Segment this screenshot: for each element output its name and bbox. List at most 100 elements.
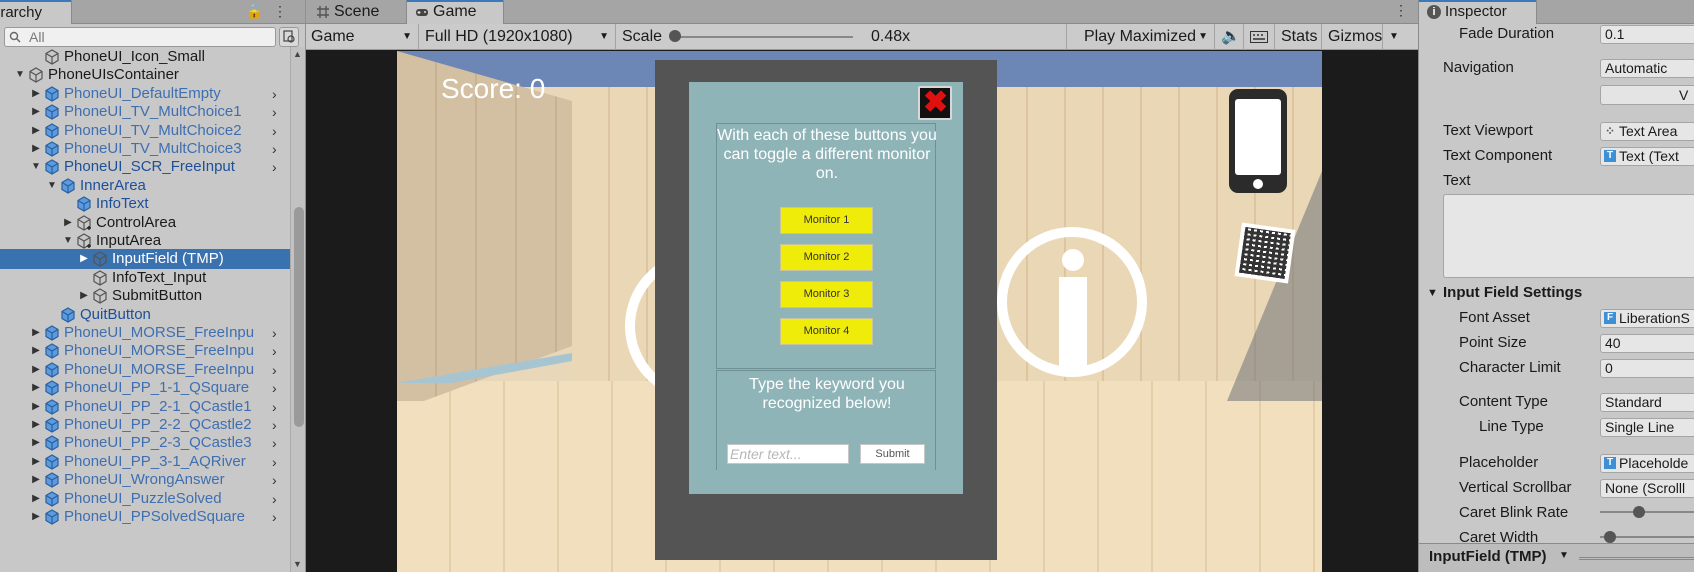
scroll-down-icon[interactable]: ▼ [293, 559, 302, 569]
hierarchy-row[interactable]: ▶ PhoneUI_DefaultEmpty › [0, 84, 290, 104]
phone-icon[interactable] [1229, 89, 1287, 193]
play-mode-dropdown[interactable]: Play Maximized ▼ [1079, 24, 1215, 50]
hierarchy-search-input[interactable]: All [4, 27, 276, 47]
scrollbar-thumb[interactable] [294, 207, 304, 427]
foldout-right-icon[interactable]: ▶ [30, 507, 42, 527]
open-prefab-chevron-icon[interactable]: › [272, 84, 277, 104]
foldout-right-icon[interactable]: ▶ [30, 360, 42, 380]
vertical-scrollbar-field[interactable]: None (Scrolll [1600, 479, 1694, 498]
hierarchy-row[interactable]: ▶ PhoneUI_TV_MultChoice2 › [0, 121, 290, 141]
open-prefab-chevron-icon[interactable]: › [272, 102, 277, 122]
monitor-4-button[interactable]: Monitor 4 [780, 318, 873, 345]
slider-thumb[interactable] [1633, 506, 1646, 518]
hierarchy-row[interactable]: QuitButton [0, 305, 290, 325]
hierarchy-row[interactable]: ▶ PhoneUI_MORSE_FreeInpu › [0, 323, 290, 343]
lock-and-menu-icons[interactable]: 🔒⋮ [246, 3, 297, 20]
submit-button[interactable]: Submit [860, 444, 925, 464]
foldout-right-icon[interactable]: ▶ [78, 249, 90, 269]
keyword-input[interactable]: Enter text... [727, 444, 849, 464]
open-prefab-chevron-icon[interactable]: › [272, 452, 277, 472]
monitor-3-button[interactable]: Monitor 3 [780, 281, 873, 308]
more-options-icon[interactable]: ⋮ [1394, 2, 1408, 19]
hierarchy-row[interactable]: ▶ PhoneUI_PP_1-1_QSquare › [0, 378, 290, 398]
open-prefab-chevron-icon[interactable]: › [272, 378, 277, 398]
font-asset-field[interactable]: F LiberationS [1600, 309, 1694, 328]
character-limit-field[interactable]: 0 [1600, 359, 1694, 378]
hierarchy-row[interactable]: ▶ PhoneUI_PP_2-3_QCastle3 › [0, 433, 290, 453]
content-type-dropdown[interactable]: Standard [1600, 393, 1694, 412]
open-prefab-chevron-icon[interactable]: › [272, 323, 277, 343]
hierarchy-row[interactable]: PhoneUI_Icon_Small [0, 47, 290, 67]
quit-button[interactable]: ✖ [918, 86, 952, 120]
open-prefab-chevron-icon[interactable]: › [272, 470, 277, 490]
hierarchy-row[interactable]: ▶ PhoneUI_MORSE_FreeInpu › [0, 360, 290, 380]
open-prefab-chevron-icon[interactable]: › [272, 415, 277, 435]
foldout-right-icon[interactable]: ▶ [30, 397, 42, 417]
hierarchy-row[interactable]: ▶ SubmitButton [0, 286, 290, 306]
scale-slider-thumb[interactable] [669, 30, 681, 42]
navigation-dropdown[interactable]: Automatic [1600, 59, 1694, 78]
hierarchy-row[interactable]: ▶ InputField (TMP) [0, 249, 290, 270]
open-prefab-chevron-icon[interactable]: › [272, 397, 277, 417]
search-options-button[interactable] [279, 27, 299, 47]
tab-scene[interactable]: Scene [308, 0, 404, 24]
foldout-right-icon[interactable]: ▶ [30, 378, 42, 398]
hierarchy-row[interactable]: ▼ PhoneUI_SCR_FreeInput › [0, 157, 290, 177]
foldout-right-icon[interactable]: ▶ [30, 323, 42, 343]
foldout-right-icon[interactable]: ▶ [30, 452, 42, 472]
open-prefab-chevron-icon[interactable]: › [272, 121, 277, 141]
hierarchy-row[interactable]: InfoText_Input [0, 268, 290, 288]
foldout-down-icon[interactable]: ▼ [14, 65, 26, 85]
fade-duration-field[interactable]: 0.1 [1600, 25, 1694, 44]
hierarchy-row[interactable]: ▶ PhoneUI_PP_2-1_QCastle1 › [0, 397, 290, 417]
foldout-down-icon[interactable]: ▼ [46, 176, 58, 196]
input-field-settings-header[interactable]: ▼ Input Field Settings [1419, 282, 1694, 304]
foldout-right-icon[interactable]: ▶ [78, 286, 90, 306]
tab-game[interactable]: Game [406, 0, 504, 24]
text-viewport-field[interactable]: ⁘ Text Area [1600, 122, 1694, 141]
foldout-right-icon[interactable]: ▶ [30, 415, 42, 435]
foldout-right-icon[interactable]: ▶ [30, 139, 42, 159]
hierarchy-row[interactable]: ▶ PhoneUI_TV_MultChoice3 › [0, 139, 290, 159]
hierarchy-row[interactable]: ▶ PhoneUI_MORSE_FreeInpu › [0, 341, 290, 361]
foldout-right-icon[interactable]: ▶ [62, 213, 74, 233]
hierarchy-tab[interactable]: erarchy [0, 0, 72, 24]
chevron-down-icon[interactable]: ▼ [1559, 550, 1569, 561]
foldout-right-icon[interactable]: ▶ [30, 433, 42, 453]
hierarchy-row[interactable]: ▶ PhoneUI_TV_MultChoice1 › [0, 102, 290, 122]
hierarchy-row[interactable]: ▶ PhoneUI_PP_3-1_AQRiver › [0, 452, 290, 472]
hierarchy-row[interactable]: ▶ ControlArea [0, 213, 290, 233]
gizmos-dropdown[interactable]: ▼ [1384, 24, 1406, 50]
open-prefab-chevron-icon[interactable]: › [272, 433, 277, 453]
open-prefab-chevron-icon[interactable]: › [272, 157, 277, 177]
hierarchy-row[interactable]: ▶ PhoneUI_PPSolvedSquare › [0, 507, 290, 527]
mute-audio-button[interactable]: 🔈 [1216, 24, 1244, 50]
point-size-field[interactable]: 40 [1600, 334, 1694, 353]
scale-slider-track[interactable] [673, 36, 853, 38]
foldout-right-icon[interactable]: ▶ [30, 121, 42, 141]
hierarchy-row[interactable]: InfoText [0, 194, 290, 214]
foldout-right-icon[interactable]: ▶ [30, 470, 42, 490]
hierarchy-scrollbar[interactable]: ▲ ▼ [290, 47, 305, 572]
text-textarea[interactable] [1443, 194, 1694, 278]
hierarchy-row[interactable]: ▶ PhoneUI_PuzzleSolved › [0, 489, 290, 509]
resize-handle[interactable] [1579, 557, 1694, 560]
resolution-dropdown[interactable]: Full HD (1920x1080) ▼ [420, 24, 616, 50]
line-type-dropdown[interactable]: Single Line [1600, 418, 1694, 437]
visualize-button[interactable]: V [1600, 85, 1694, 105]
open-prefab-chevron-icon[interactable]: › [272, 507, 277, 527]
display-dropdown[interactable]: Game ▼ [306, 24, 419, 50]
foldout-right-icon[interactable]: ▶ [30, 102, 42, 122]
placeholder-field[interactable]: T Placeholde [1600, 454, 1694, 473]
foldout-down-icon[interactable]: ▼ [30, 157, 42, 177]
scroll-up-icon[interactable]: ▲ [293, 49, 302, 59]
game-viewport[interactable]: Score: 0 ✖ With each of these buttons yo… [397, 51, 1322, 572]
monitor-1-button[interactable]: Monitor 1 [780, 207, 873, 234]
foldout-right-icon[interactable]: ▶ [30, 84, 42, 104]
foldout-right-icon[interactable]: ▶ [30, 341, 42, 361]
hierarchy-row[interactable]: ▼ InputArea [0, 231, 290, 251]
tab-inspector[interactable]: i Inspector [1419, 0, 1537, 24]
foldout-down-icon[interactable]: ▼ [62, 231, 74, 251]
hierarchy-row[interactable]: ▼ InnerArea [0, 176, 290, 196]
open-prefab-chevron-icon[interactable]: › [272, 139, 277, 159]
